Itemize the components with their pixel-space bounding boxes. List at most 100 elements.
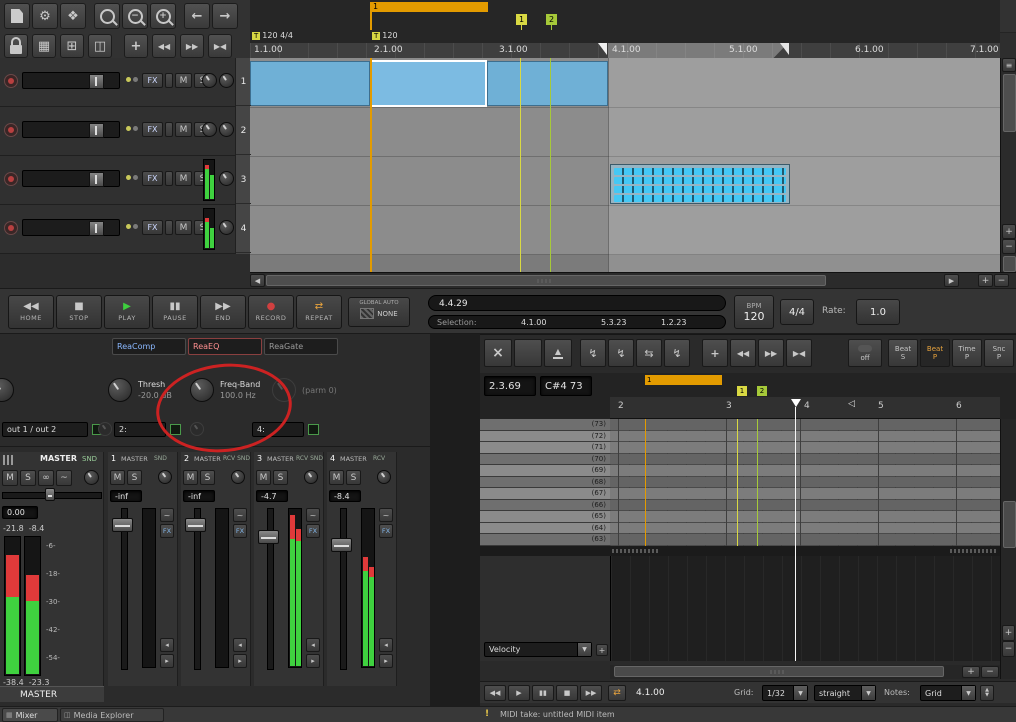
midi-hzoom-out-button[interactable]: − (981, 666, 999, 678)
transport-selection-display[interactable]: Selection: 4.1.00 5.3.23 1.2.23 (428, 315, 726, 329)
timebase-time-button[interactable]: Time P (952, 339, 982, 367)
vscroll-grip[interactable] (1003, 256, 1016, 272)
vscroll-thumb[interactable] (1003, 74, 1016, 132)
docker-button[interactable]: ◫ (88, 34, 112, 58)
pan-knob[interactable] (219, 171, 234, 186)
strip-pan-knob[interactable] (231, 470, 245, 484)
transport-position-slider[interactable]: 4.4.29 (428, 295, 726, 311)
strip-recv-button[interactable]: ◂ (306, 638, 320, 652)
piano-key[interactable]: (72) (480, 430, 610, 441)
piano-key[interactable]: (73) (480, 419, 610, 430)
midi-go-end-button[interactable]: ▶▶ (758, 339, 784, 367)
strip-solo-button[interactable]: S (200, 470, 215, 485)
track-number[interactable]: 1 (236, 58, 251, 106)
vertical-zoom-in-button[interactable]: + (1002, 224, 1016, 239)
strip-solo-button[interactable]: S (273, 470, 288, 485)
midi-play-button[interactable]: ▶ (508, 685, 530, 701)
tab-mixer[interactable]: ▦ Mixer (2, 708, 58, 722)
send-2-dropdown[interactable]: 2: (114, 422, 166, 437)
edit-cursor-flag[interactable] (598, 43, 607, 55)
send-enable-checkbox[interactable] (170, 424, 181, 435)
fx-bypass-button[interactable] (165, 122, 173, 137)
fx-button[interactable]: FX (142, 171, 163, 186)
pan-knob[interactable] (219, 220, 234, 235)
record-arm-button[interactable] (4, 74, 18, 88)
dock-toggle-button[interactable]: off (848, 339, 882, 367)
rate-box[interactable]: 1.0 (856, 299, 900, 325)
tab-media-explorer[interactable]: ◫ Media Explorer (60, 708, 164, 722)
grid-swing-dropdown[interactable]: straight ▼ (814, 685, 876, 701)
strip-volume-value[interactable]: -8.4 (329, 490, 361, 502)
midi-go-start-button[interactable]: ◀◀ (484, 685, 506, 701)
marker-lane[interactable] (250, 0, 1000, 30)
master-mono-button[interactable]: ∞ (38, 470, 54, 486)
fx-bypass-button[interactable] (165, 73, 173, 88)
midi-hscrollbar[interactable]: + − (610, 665, 1000, 679)
track-row-3[interactable]: FX M S (0, 156, 235, 205)
grid-size-dropdown[interactable]: 1/32 ▼ (762, 685, 808, 701)
master-mute-button[interactable]: M (2, 470, 18, 486)
freq-band-knob[interactable] (190, 378, 214, 402)
midi-go-end-button[interactable]: ▶▶ (580, 685, 602, 701)
separator-grip[interactable] (612, 549, 658, 553)
home-button[interactable]: ◀◀ HOME (8, 295, 54, 329)
param-knob-partial[interactable] (0, 378, 14, 402)
strip-send-button[interactable]: ▸ (160, 654, 174, 668)
tempo-marker-2[interactable]: T 120 (372, 31, 398, 40)
lock-toggle-button[interactable] (4, 34, 28, 58)
notes-spinner[interactable]: ▲ ▼ (980, 685, 994, 701)
master-volume-value[interactable]: 0.00 (2, 506, 38, 519)
piano-key[interactable]: (71) (480, 442, 610, 453)
arrange-hscrollbar[interactable]: ◀ ▶ + − (250, 272, 1016, 288)
thresh-knob[interactable] (108, 378, 132, 402)
strip-fader-thumb[interactable] (185, 518, 206, 532)
timebase-beat-project-button[interactable]: Beat P (920, 339, 950, 367)
strip-mute-button[interactable]: M (329, 470, 344, 485)
audio-item[interactable] (250, 61, 370, 106)
routing-matrix-button[interactable]: ▦ (32, 34, 56, 58)
strip-send-button[interactable]: ▸ (379, 654, 393, 668)
mute-button[interactable]: M (175, 73, 192, 88)
track-volume-fader[interactable] (22, 72, 120, 89)
cc-lane-selector[interactable]: Velocity ▼ (484, 642, 592, 657)
selection-start[interactable]: 4.1.00 (521, 318, 546, 327)
fx-bypass-button[interactable] (165, 171, 173, 186)
horizontal-zoom-out-button[interactable]: − (994, 274, 1009, 287)
strip-env-button[interactable]: ~ (379, 508, 393, 522)
midi-note-readout[interactable]: C#4 73 (540, 376, 592, 396)
master-env-button[interactable]: ~ (56, 470, 72, 486)
strip-recv-button[interactable]: ◂ (160, 638, 174, 652)
piano-key[interactable]: (69) (480, 465, 610, 476)
zoom-out-button[interactable]: − (122, 3, 148, 29)
time-signature-box[interactable]: 4/4 (780, 299, 814, 325)
strip-solo-button[interactable]: S (127, 470, 142, 485)
midi-snap-button[interactable]: + (702, 339, 728, 367)
fader-thumb[interactable] (89, 221, 104, 236)
audio-item-selected[interactable] (370, 60, 487, 107)
track-row-2[interactable]: FX M S (0, 107, 235, 156)
actions-button[interactable]: ❖ (60, 3, 86, 29)
midi-edit-cursor-flag[interactable] (791, 399, 801, 407)
width-slider-thumb[interactable] (45, 488, 55, 501)
piano-keys-column[interactable]: (73) (72) (71) (70) (69) (68) (67) (66) … (480, 419, 610, 546)
notes-mode-dropdown[interactable]: Grid ▼ (920, 685, 976, 701)
audio-item[interactable] (487, 61, 608, 106)
fx-slot-reaeq[interactable]: ReaEQ (188, 338, 262, 355)
fx-button[interactable]: FX (142, 220, 163, 235)
marker-2[interactable]: 2 (546, 14, 557, 25)
close-editor-button[interactable]: × (484, 339, 512, 367)
strip-recv-button[interactable]: ◂ (233, 638, 247, 652)
midi-item[interactable] (610, 164, 790, 204)
midi-position-readout[interactable]: 2.3.69 (484, 376, 536, 396)
midi-marker-1[interactable]: 1 (737, 386, 747, 396)
midi-hscroll-thumb[interactable] (614, 666, 944, 677)
cc-tool-3-button[interactable]: ⇆ (636, 339, 662, 367)
piano-key[interactable]: (63) (480, 534, 610, 545)
midi-fit-button[interactable]: ▶◀ (786, 339, 812, 367)
strip-env-button[interactable]: ~ (233, 508, 247, 522)
snap-toggle-button[interactable]: + (124, 34, 148, 58)
timebase-sync-button[interactable]: Snc P (984, 339, 1014, 367)
cc-tool-1-button[interactable]: ↯ (580, 339, 606, 367)
global-auto-button[interactable]: GLOBAL AUTO NONE (348, 297, 410, 327)
midi-vzoom-out-button[interactable]: − (1002, 641, 1015, 657)
